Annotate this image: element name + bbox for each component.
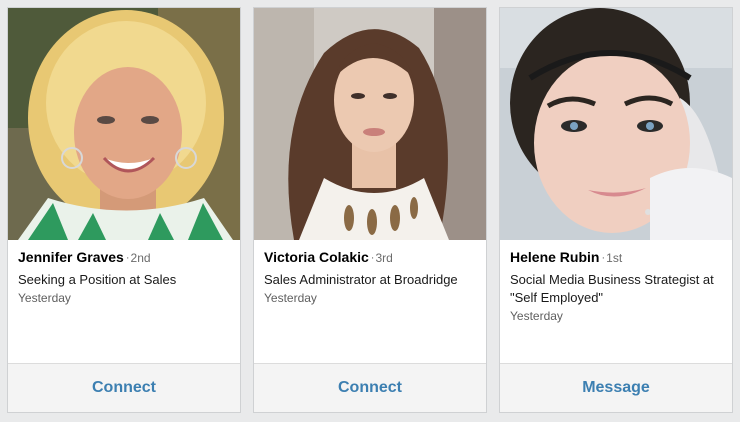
- name-line: Helene Rubin ·1st: [510, 249, 722, 267]
- person-name[interactable]: Helene Rubin: [510, 249, 599, 265]
- profile-photo[interactable]: [500, 8, 732, 240]
- activity-time: Yesterday: [264, 291, 317, 305]
- activity-time: Yesterday: [18, 291, 71, 305]
- separator-dot: ·: [125, 252, 130, 264]
- action-label: Connect: [92, 379, 156, 396]
- person-info: Victoria Colakic ·3rd Sales Administrator…: [254, 240, 486, 306]
- person-info: Helene Rubin ·1st Social Media Business S…: [500, 240, 732, 324]
- person-name[interactable]: Jennifer Graves: [18, 249, 124, 265]
- connection-degree: 1st: [606, 251, 623, 265]
- person-info: Jennifer Graves ·2nd Seeking a Position a…: [8, 240, 240, 306]
- name-line: Jennifer Graves ·2nd: [18, 249, 230, 267]
- profile-photo[interactable]: [254, 8, 486, 240]
- connection-degree: 2nd: [130, 251, 151, 265]
- person-card: Victoria Colakic ·3rd Sales Administrator…: [253, 7, 487, 413]
- action-label: Connect: [338, 379, 402, 396]
- action-label: Message: [582, 379, 650, 396]
- person-card: Helene Rubin ·1st Social Media Business S…: [499, 7, 733, 413]
- activity-time: Yesterday: [510, 309, 563, 323]
- person-name[interactable]: Victoria Colakic: [264, 249, 369, 265]
- connect-button[interactable]: Connect: [8, 363, 240, 412]
- connection-degree: 3rd: [375, 251, 393, 265]
- person-card: Jennifer Graves ·2nd Seeking a Position a…: [7, 7, 241, 413]
- person-headline: Social Media Business Strategist at "Sel…: [510, 272, 714, 305]
- person-headline: Seeking a Position at Sales: [18, 272, 177, 287]
- connect-button[interactable]: Connect: [254, 363, 486, 412]
- people-card-list: Jennifer Graves ·2nd Seeking a Position a…: [7, 7, 733, 413]
- message-button[interactable]: Message: [500, 363, 732, 412]
- person-headline: Sales Administrator at Broadridge: [264, 272, 458, 287]
- profile-photo[interactable]: [8, 8, 240, 240]
- name-line: Victoria Colakic ·3rd: [264, 249, 476, 267]
